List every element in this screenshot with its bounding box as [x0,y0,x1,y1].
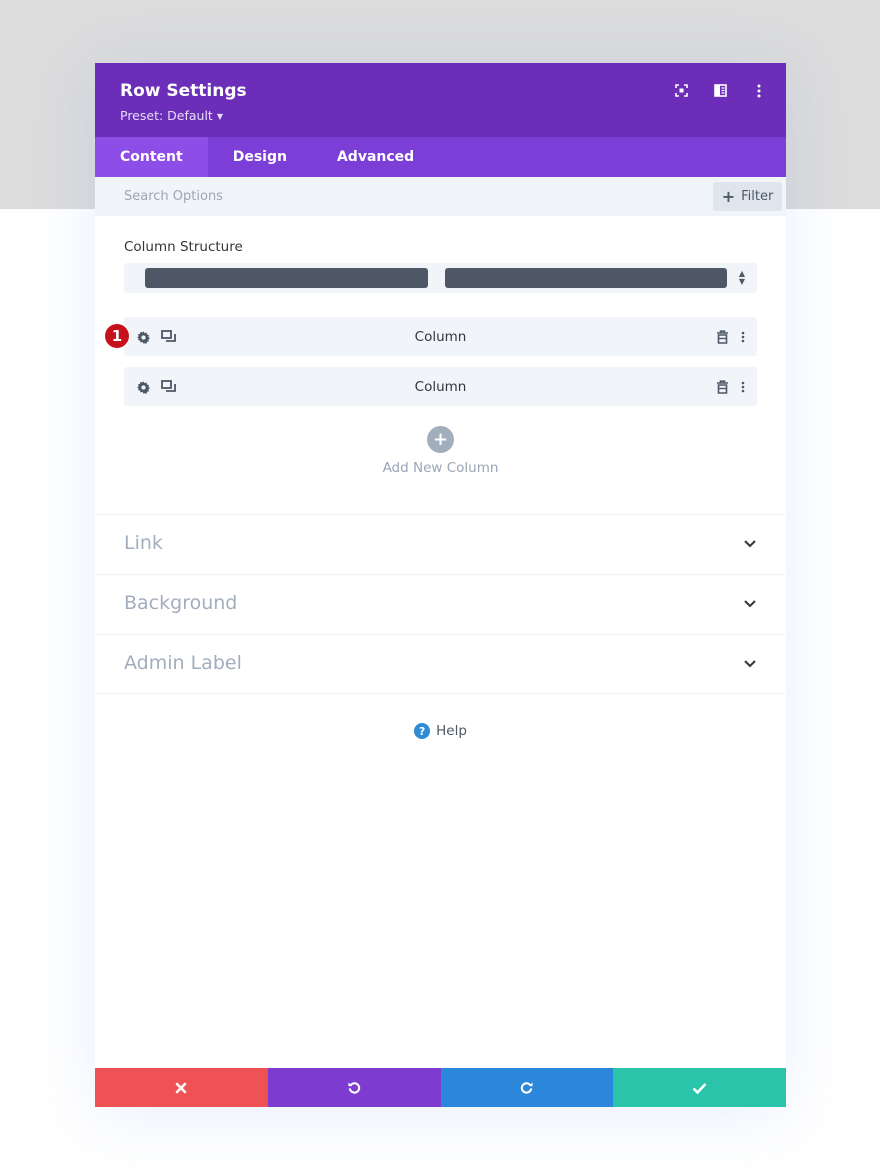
help-link[interactable]: ? Help [95,723,786,739]
tab-advanced[interactable]: Advanced [312,137,439,177]
column-label: Column [414,378,467,395]
select-arrows-icon: ▲ ▼ [738,269,745,286]
section-title: Background [124,592,238,614]
section-admin-label[interactable]: Admin Label [95,634,786,694]
preset-selector[interactable]: Preset: Default ▼ [120,108,223,123]
search-input[interactable] [95,177,695,216]
structure-column-bar [145,268,428,288]
redo-button[interactable] [440,1068,614,1107]
chevron-down-icon [744,540,756,548]
duplicate-icon[interactable] [159,378,177,396]
caret-down-icon: ▼ [216,112,223,121]
row-settings-modal: Row Settings Preset: Default ▼ Content D… [95,63,786,1107]
structure-column-bar [445,268,727,288]
cancel-button[interactable] [95,1068,268,1107]
search-bar: + Filter [95,177,786,216]
undo-icon [348,1082,360,1094]
add-column-button[interactable]: + [427,426,454,453]
tab-content[interactable]: Content [95,137,208,177]
preset-label: Preset: Default [120,108,213,123]
redo-icon [521,1082,533,1094]
filter-label: Filter [741,189,774,204]
tab-bar: Content Design Advanced [95,137,786,177]
chevron-down-icon [744,660,756,668]
more-vertical-icon[interactable] [734,328,752,346]
plus-icon: + [432,429,449,450]
column-label: Column [414,328,467,345]
duplicate-icon[interactable] [159,328,177,346]
undo-button[interactable] [267,1068,441,1107]
column-item[interactable]: Column [124,367,757,406]
step-badge: 1 [105,324,129,348]
help-label: Help [436,723,467,739]
modal-footer [95,1068,786,1107]
gear-icon[interactable] [134,378,152,396]
modal-title: Row Settings [120,81,247,101]
sidebar-toggle-icon[interactable] [709,82,731,99]
section-link[interactable]: Link [95,514,786,574]
trash-icon[interactable] [713,378,731,396]
modal-header: Row Settings Preset: Default ▼ [95,63,786,137]
close-icon [176,1082,187,1093]
checkmark-icon [692,1082,707,1094]
more-vertical-icon[interactable] [734,378,752,396]
section-background[interactable]: Background [95,574,786,634]
column-item[interactable]: Column [124,317,757,356]
trash-icon[interactable] [713,328,731,346]
more-vertical-icon[interactable] [748,82,770,99]
column-structure-select[interactable]: ▲ ▼ [124,263,757,293]
question-icon: ? [414,723,431,739]
add-column-label[interactable]: Add New Column [95,460,786,476]
gear-icon[interactable] [134,328,152,346]
plus-icon: + [721,186,736,206]
chevron-down-icon [744,600,756,608]
section-title: Link [124,532,163,554]
section-title: Admin Label [124,652,242,674]
column-structure-label: Column Structure [124,239,243,255]
filter-button[interactable]: + Filter [713,182,782,211]
save-button[interactable] [613,1068,786,1107]
fullscreen-icon[interactable] [670,82,692,99]
tab-design[interactable]: Design [208,137,312,177]
